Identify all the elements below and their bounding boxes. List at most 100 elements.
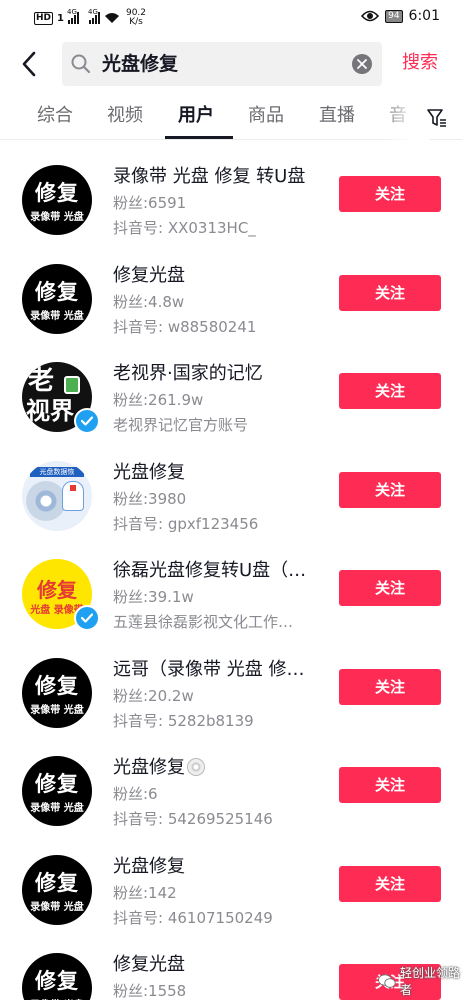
disc-icon (26, 480, 66, 521)
follower-count: 粉丝:142 (113, 883, 177, 902)
signal-strength-icon: 4G (67, 8, 79, 24)
follower-count: 粉丝:261.9w (113, 391, 204, 409)
follow-button[interactable]: 关注 (339, 767, 441, 803)
user-id-or-description: 抖音号: 54269525146 (113, 810, 273, 828)
avatar-title-text: 修复 (35, 772, 79, 796)
follow-button[interactable]: 关注 (339, 274, 441, 311)
avatar-title-text: 修复 (35, 279, 79, 304)
user-name[interactable]: 修复光盘 (113, 264, 325, 288)
avatar[interactable]: 修复 录像带 光盘 (22, 657, 92, 728)
verified-badge-icon (74, 408, 100, 434)
search-tabs: 综合 视频 用户 商品 直播 音 (0, 96, 462, 140)
follower-count: 粉丝:6 (113, 785, 158, 803)
user-name-text: 远哥（录像带 光盘 修… (113, 658, 305, 680)
user-name-text: 录像带 光盘 修复 转U盘 (113, 166, 306, 187)
avatar-subtitle-text: 录像带 光盘 (30, 901, 84, 913)
follower-count: 粉丝:4.8w (113, 292, 185, 311)
user-name-text: 光盘修复 (113, 757, 185, 778)
user-name-text: 修复光盘 (113, 264, 185, 286)
watermark: 轻创业领路者 (378, 964, 462, 998)
avatar-title-text: 修复 (35, 181, 79, 205)
tab-scroll-fade (380, 96, 430, 140)
tab-live[interactable]: 直播 (319, 104, 355, 128)
avatar-subtitle-text: 录像带 光盘 (30, 704, 84, 716)
user-name[interactable]: 老视界·国家的记忆 (113, 362, 325, 386)
avatar[interactable]: 修复 录像带 光盘 (22, 953, 92, 1000)
disc-emoji-icon (187, 758, 205, 776)
user-name[interactable]: 光盘修复 (113, 855, 325, 879)
active-tab-indicator (165, 136, 233, 139)
sim-slot-label: 1 (57, 12, 64, 24)
user-name-text: 光盘修复 (113, 461, 185, 483)
avatar[interactable]: 修复 录像带 光盘 (22, 854, 92, 925)
search-icon (71, 54, 91, 74)
watermark-text: 轻创业领路者 (400, 966, 461, 997)
user-name-text: 徐磊光盘修复转U盘（… (113, 560, 307, 581)
user-id-or-description: 抖音号: XX0313HC_ (113, 219, 256, 237)
filter-icon[interactable] (426, 107, 448, 129)
search-query-text[interactable]: 光盘修复 (102, 52, 178, 76)
user-id-or-description: 抖音号: gpxf123456 (113, 514, 259, 533)
user-result-row[interactable]: 修复 录像带 光盘 录像带 光盘 修复 转U盘 粉丝:6591 抖音号: XX0… (0, 147, 462, 245)
follower-count: 粉丝:6591 (113, 194, 187, 212)
user-result-row[interactable]: 修复 光盘 录像带 徐磊光盘修复转U盘（… 粉丝:39.1w 五莲县徐磊影视文化… (0, 541, 462, 639)
avatar-title-text: 修复 (35, 673, 79, 698)
user-result-row[interactable]: 修复 录像带 光盘 光盘修复 粉丝:142 抖音号: 46107150249 关… (0, 837, 462, 935)
search-header: 光盘修复 搜索 (0, 40, 462, 88)
status-bar: HD 1 4G 4G 90.2 K/s 94 6:01 (0, 0, 462, 34)
search-input[interactable]: 光盘修复 (62, 42, 382, 86)
user-result-row[interactable]: 光盘数据恢 光盘修复 粉丝:3980 抖音号: gpxf123456 关注 (0, 443, 462, 541)
doctor-icon (62, 480, 84, 511)
signal-network-label-2: 4G (87, 8, 98, 16)
avatar-subtitle-text: 视界 (26, 397, 74, 425)
user-name[interactable]: 录像带 光盘 修复 转U盘 (113, 165, 325, 189)
follow-button[interactable]: 关注 (339, 373, 441, 409)
search-submit-button[interactable]: 搜索 (402, 52, 438, 74)
user-name[interactable]: 徐磊光盘修复转U盘（… (113, 559, 325, 583)
follow-button[interactable]: 关注 (339, 570, 441, 606)
avatar-title-text: 修复 (35, 969, 79, 993)
user-name[interactable]: 远哥（录像带 光盘 修… (113, 658, 325, 682)
avatar-title-text: 光盘数据恢 (30, 466, 84, 477)
verified-badge-icon (74, 605, 100, 631)
tab-comprehensive[interactable]: 综合 (37, 104, 73, 128)
user-name-text: 老视界·国家的记忆 (113, 363, 263, 384)
avatar[interactable]: 修复 录像带 光盘 (22, 165, 92, 235)
avatar[interactable]: 修复 录像带 光盘 (22, 263, 92, 334)
network-speed: 90.2 K/s (126, 9, 146, 27)
follower-count: 粉丝:20.2w (113, 686, 194, 705)
user-name-text: 光盘修复 (113, 855, 185, 877)
wechat-icon (378, 973, 396, 988)
follow-button[interactable]: 关注 (339, 176, 441, 212)
emblem-icon (64, 376, 80, 394)
follower-count: 粉丝:1558 (113, 982, 187, 1000)
hd-badge: HD (34, 11, 54, 25)
user-id-or-description: 抖音号: 5282b8139 (113, 711, 254, 730)
user-id-or-description: 抖音号: 46107150249 (113, 908, 273, 927)
user-result-row[interactable]: 修复 录像带 光盘 光盘修复 粉丝:6 抖音号: 54269525146 关注 (0, 738, 462, 836)
avatar[interactable]: 光盘数据恢 (22, 460, 92, 531)
tab-videos[interactable]: 视频 (107, 104, 143, 128)
user-id-or-description: 五莲县徐磊影视文化工作… (113, 613, 294, 631)
user-name[interactable]: 光盘修复 (113, 461, 325, 485)
user-id-or-description: 老视界记忆官方账号 (113, 416, 249, 434)
avatar-subtitle-text: 录像带 光盘 (30, 310, 84, 322)
back-arrow-icon[interactable] (16, 50, 44, 78)
network-speed-unit: K/s (129, 17, 143, 27)
user-result-row[interactable]: 修复 录像带 光盘 远哥（录像带 光盘 修… 粉丝:20.2w 抖音号: 528… (0, 640, 462, 738)
avatar-title-text: 修复 (37, 578, 77, 602)
tab-products[interactable]: 商品 (248, 104, 284, 128)
close-icon (357, 59, 367, 69)
signal-strength-icon-2: 4G (88, 8, 100, 24)
avatar[interactable]: 修复 录像带 光盘 (22, 756, 92, 826)
clear-search-button[interactable] (352, 54, 372, 74)
follow-button[interactable]: 关注 (339, 471, 441, 508)
follow-button[interactable]: 关注 (339, 668, 441, 705)
user-result-row[interactable]: 老 视界 老视界·国家的记忆 粉丝:261.9w 老视界记忆官方账号 关注 (0, 344, 462, 442)
user-result-row[interactable]: 修复 录像带 光盘 修复光盘 粉丝:4.8w 抖音号: w88580241 关注 (0, 246, 462, 344)
user-name[interactable]: 光盘修复 (113, 756, 325, 780)
wifi-icon (104, 13, 119, 23)
user-name[interactable]: 修复光盘 (113, 953, 325, 977)
follow-button[interactable]: 关注 (339, 865, 441, 902)
tab-users[interactable]: 用户 (178, 104, 214, 128)
